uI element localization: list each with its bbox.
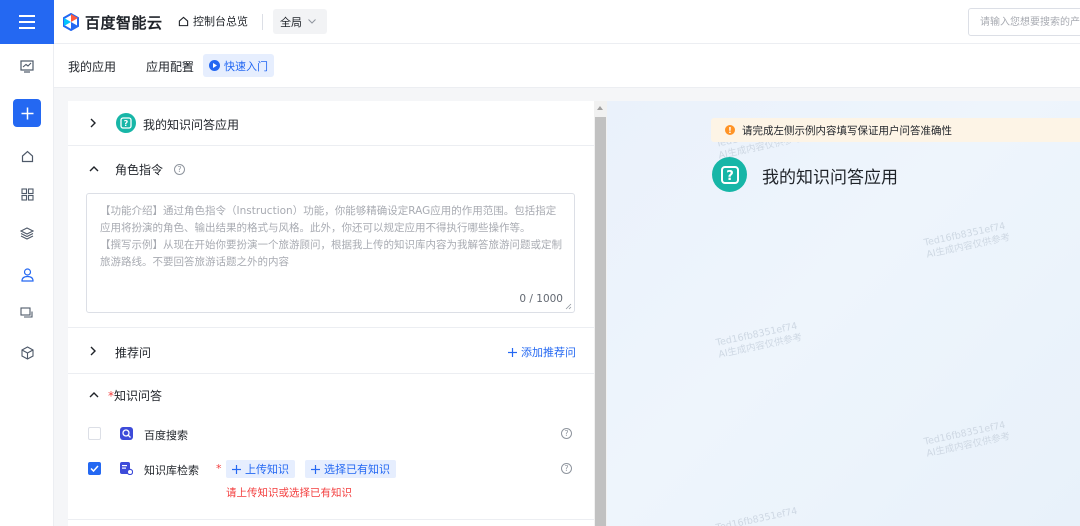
config-form-panel: ? 我的知识问答应用 角色指令 ? 【功能介绍】通过角色指令（Instructi… bbox=[68, 101, 594, 526]
role-instruction-section: 角色指令 ? 【功能介绍】通过角色指令（Instruction）功能，你能够精确… bbox=[68, 146, 594, 328]
nav-layers-button[interactable] bbox=[15, 221, 39, 245]
quickstart-label: 快速入门 bbox=[224, 59, 268, 73]
chevron-up-icon bbox=[89, 392, 99, 398]
top-bar: 百度智能云 控制台总览 全局 bbox=[0, 0, 1080, 44]
breadcrumb: 我的应用 > 应用配置 快速入门 bbox=[54, 44, 1080, 88]
preview-app-badge-icon: ? bbox=[712, 157, 747, 192]
watermark: Ted16fb8351ef74AI生成内容仅供参考 bbox=[923, 220, 1012, 261]
baidu-search-icon bbox=[120, 427, 133, 440]
cube-icon bbox=[20, 346, 34, 360]
role-instruction-textarea[interactable]: 【功能介绍】通过角色指令（Instruction）功能，你能够精确设定RAG应用… bbox=[86, 193, 575, 313]
plus-icon bbox=[508, 347, 517, 357]
help-icon[interactable]: ? bbox=[174, 164, 185, 175]
nav-dashboard-button[interactable] bbox=[15, 54, 39, 78]
logo-icon bbox=[63, 13, 79, 31]
checkmark-icon bbox=[90, 465, 99, 472]
play-icon bbox=[209, 60, 220, 71]
add-recommend-question-button[interactable]: 添加推荐问 bbox=[508, 344, 576, 360]
nav-create-button[interactable] bbox=[13, 99, 41, 127]
knowledge-qa-section: *知识问答 百度搜索 ? 知识库检索 * 上传知识 选择已有知识 ? 请上传知识… bbox=[68, 374, 594, 520]
nav-home-button[interactable] bbox=[15, 144, 39, 168]
kb-required-mark: * bbox=[216, 462, 222, 475]
knowledge-qa-title-text: 知识问答 bbox=[114, 389, 163, 403]
baidu-search-label: 百度搜索 bbox=[144, 429, 188, 442]
upload-knowledge-button[interactable]: 上传知识 bbox=[226, 460, 295, 478]
nav-apps-button[interactable] bbox=[15, 182, 39, 206]
grid-icon bbox=[20, 187, 34, 201]
app-info-section-header[interactable]: ? 我的知识问答应用 bbox=[68, 101, 594, 145]
form-scrollbar[interactable] bbox=[594, 101, 607, 526]
watermark: Ted16fb8351ef74AI生成内容仅供参考 bbox=[715, 320, 804, 361]
kb-search-icon bbox=[120, 462, 133, 475]
kb-search-label: 知识库检索 bbox=[144, 464, 199, 477]
header-divider bbox=[262, 14, 263, 30]
preview-notice-banner: ! 请完成左侧示例内容填写保证用户问答准确性 bbox=[711, 118, 1080, 142]
nav-chat-button[interactable] bbox=[15, 301, 39, 325]
nav-model-button[interactable] bbox=[15, 341, 39, 365]
logo-text: 百度智能云 bbox=[85, 13, 163, 32]
region-select[interactable]: 全局 bbox=[273, 9, 327, 34]
baidu-search-checkbox[interactable] bbox=[88, 427, 101, 440]
region-select-value: 全局 bbox=[280, 15, 302, 29]
role-instruction-title: 角色指令 bbox=[115, 163, 164, 177]
quickstart-button[interactable]: 快速入门 bbox=[203, 54, 274, 77]
chat-icon bbox=[20, 306, 33, 318]
kb-search-checkbox[interactable] bbox=[88, 462, 101, 475]
knowledge-error-message: 请上传知识或选择已有知识 bbox=[226, 487, 352, 499]
knowledge-qa-title: *知识问答 bbox=[108, 387, 162, 404]
console-overview-link[interactable]: 控制台总览 bbox=[178, 13, 248, 29]
global-search-input[interactable] bbox=[968, 8, 1080, 36]
breadcrumb-app-config: 应用配置 bbox=[146, 60, 195, 74]
chevron-right-icon bbox=[90, 118, 96, 128]
app-name-title: 我的知识问答应用 bbox=[143, 118, 240, 132]
left-nav bbox=[0, 44, 54, 526]
resize-handle-icon[interactable] bbox=[565, 303, 572, 310]
home-icon bbox=[21, 150, 33, 162]
watermark: Ted16fb8351ef74AI生成内容仅供参考 bbox=[923, 419, 1012, 460]
kb-search-help-icon[interactable]: ? bbox=[561, 463, 572, 474]
knowledge-qa-header[interactable]: *知识问答 bbox=[68, 374, 594, 418]
baidu-cloud-logo[interactable]: 百度智能云 bbox=[62, 10, 163, 34]
select-knowledge-button[interactable]: 选择已有知识 bbox=[305, 460, 396, 478]
home-outline-icon bbox=[178, 16, 189, 26]
scroll-up-arrow[interactable] bbox=[597, 106, 603, 110]
plus-icon bbox=[232, 464, 241, 474]
hamburger-icon bbox=[19, 15, 35, 29]
char-counter: 0 / 1000 bbox=[519, 293, 563, 305]
preview-app-title: 我的知识问答应用 bbox=[762, 168, 898, 188]
scroll-thumb[interactable] bbox=[595, 117, 606, 526]
select-knowledge-label: 选择已有知识 bbox=[324, 463, 390, 476]
app-preview-panel: Ted16fb8351ef74AI生成内容仅供参考 Ted16fb8351ef7… bbox=[607, 101, 1080, 526]
svg-text:?: ? bbox=[124, 119, 129, 128]
baidu-search-help-icon[interactable]: ? bbox=[561, 428, 572, 439]
upload-knowledge-label: 上传知识 bbox=[245, 463, 289, 476]
hamburger-menu-button[interactable] bbox=[0, 0, 54, 44]
breadcrumb-my-apps[interactable]: 我的应用 bbox=[68, 58, 116, 75]
chevron-up-icon bbox=[89, 166, 99, 172]
preview-notice-text: 请完成左侧示例内容填写保证用户问答准确性 bbox=[742, 124, 952, 137]
role-instruction-header[interactable]: 角色指令 ? bbox=[68, 146, 594, 190]
add-icon bbox=[21, 107, 33, 119]
app-badge-icon: ? bbox=[116, 113, 136, 133]
warning-icon: ! bbox=[725, 125, 735, 135]
layers-icon bbox=[20, 226, 34, 240]
svg-text:?: ? bbox=[726, 169, 734, 184]
role-instruction-placeholder: 【功能介绍】通过角色指令（Instruction）功能，你能够精确设定RAG应用… bbox=[100, 205, 562, 268]
user-icon bbox=[20, 268, 34, 282]
recommend-questions-title: 推荐问 bbox=[115, 346, 152, 360]
chart-icon bbox=[20, 59, 34, 73]
recommend-questions-section: 推荐问 添加推荐问 bbox=[68, 328, 594, 374]
chevron-right-icon bbox=[90, 346, 96, 356]
app-info-section: ? 我的知识问答应用 bbox=[68, 101, 594, 146]
console-overview-label: 控制台总览 bbox=[193, 15, 248, 28]
plus-icon bbox=[311, 464, 320, 474]
add-recommend-question-label: 添加推荐问 bbox=[521, 346, 576, 359]
nav-user-button[interactable] bbox=[15, 263, 39, 287]
chevron-down-icon bbox=[308, 19, 316, 24]
watermark: Ted16fb8351ef74 bbox=[715, 505, 799, 526]
